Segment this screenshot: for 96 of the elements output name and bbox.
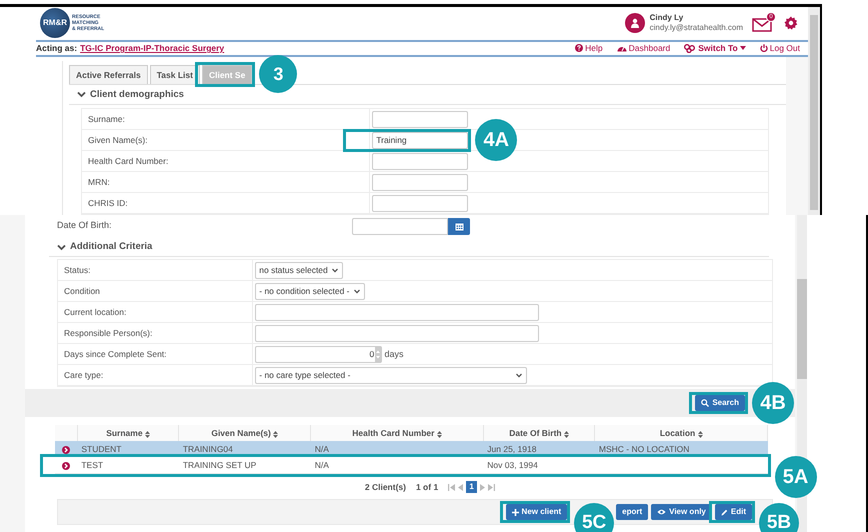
select-field[interactable]: - no condition selected - bbox=[255, 282, 364, 300]
search-button[interactable]: Search bbox=[695, 395, 745, 412]
page-button[interactable]: 1 bbox=[466, 481, 477, 494]
power-icon bbox=[760, 44, 768, 52]
chevron-down-icon[interactable] bbox=[77, 91, 86, 98]
input-field[interactable] bbox=[372, 194, 468, 212]
table-cell: MSHC - NO LOCATION bbox=[598, 444, 690, 454]
sort-icon[interactable] bbox=[273, 430, 278, 438]
highlight-frame bbox=[689, 392, 748, 414]
table-row[interactable]: TEST TRAINING SET UP N/A Nov 03, 1994 bbox=[55, 457, 768, 474]
action-button[interactable]: New client bbox=[506, 504, 568, 520]
scrollbar-thumb[interactable] bbox=[797, 279, 807, 379]
settings-icon[interactable] bbox=[784, 16, 798, 30]
help-icon bbox=[575, 44, 584, 52]
rings-icon bbox=[684, 44, 696, 53]
action-button[interactable]: eport bbox=[616, 504, 648, 520]
logo-emblem: RM&R bbox=[40, 8, 70, 38]
chevron-down-icon bbox=[352, 288, 360, 294]
table-cell: TEST bbox=[81, 460, 104, 470]
expand-icon[interactable] bbox=[62, 462, 70, 470]
table-cell: Jun 25, 1918 bbox=[487, 444, 536, 454]
tab[interactable]: Task List bbox=[150, 64, 200, 84]
date-field[interactable] bbox=[352, 218, 448, 234]
table-cell: N/A bbox=[314, 444, 329, 454]
field-label: Care type: bbox=[58, 365, 253, 386]
calendar-icon bbox=[454, 222, 464, 230]
field-label: Given Name(s): bbox=[82, 130, 370, 150]
input-field[interactable] bbox=[372, 110, 468, 128]
chevron-down-icon bbox=[330, 268, 339, 273]
pencil-icon bbox=[720, 508, 728, 516]
table-cell: N/A bbox=[314, 460, 329, 470]
tab[interactable]: Active Referrals bbox=[69, 64, 148, 84]
action-button[interactable]: View only bbox=[651, 504, 712, 520]
table-cell: TRAINING SET UP bbox=[182, 460, 256, 470]
result-count: 2 Client(s) bbox=[364, 480, 406, 494]
search-icon bbox=[701, 399, 710, 408]
select-field[interactable]: no status selected bbox=[255, 262, 343, 279]
caret-icon bbox=[740, 46, 746, 50]
sort-icon[interactable] bbox=[144, 430, 150, 438]
number-field[interactable]: 0 bbox=[255, 346, 382, 363]
input-field[interactable]: Training bbox=[372, 132, 468, 148]
highlight-frame bbox=[500, 501, 570, 524]
page-count: 1 of 1 bbox=[416, 480, 438, 494]
gauge-icon bbox=[616, 44, 627, 52]
plus-icon bbox=[512, 508, 519, 516]
input-field[interactable] bbox=[372, 152, 468, 170]
field-label: Status: bbox=[58, 260, 253, 280]
field-label: CHRIS ID: bbox=[82, 193, 370, 213]
field-label: MRN: bbox=[82, 172, 370, 192]
eye-icon bbox=[657, 509, 666, 516]
user-email: cindy.ly@stratahealth.com bbox=[650, 23, 743, 34]
column-header[interactable]: Given Name(s) bbox=[178, 425, 311, 442]
nav-link[interactable]: Log Out bbox=[760, 42, 800, 55]
nav-link[interactable]: Help bbox=[575, 42, 603, 55]
expand-icon[interactable] bbox=[62, 446, 70, 454]
chevron-down-icon[interactable] bbox=[57, 244, 66, 251]
field-label: Responsible Person(s): bbox=[58, 323, 253, 344]
sort-icon[interactable] bbox=[564, 430, 569, 438]
field-label: Surname: bbox=[82, 109, 370, 129]
select-field[interactable]: - no care type selected - bbox=[255, 366, 528, 384]
field-label: Health Card Number: bbox=[82, 151, 370, 171]
field-label: Condition bbox=[58, 281, 253, 302]
nav-link[interactable]: Switch To bbox=[684, 42, 746, 55]
table-cell: TRAINING04 bbox=[182, 444, 233, 454]
table-cell: Nov 03, 1994 bbox=[487, 460, 538, 470]
input-field[interactable] bbox=[372, 174, 468, 190]
field-label: Date Of Birth: bbox=[57, 219, 113, 232]
input-field[interactable] bbox=[255, 324, 540, 342]
program-link[interactable]: TG-IC Program-IP-Thoracic Surgery bbox=[80, 42, 224, 55]
nav-link[interactable]: Dashboard bbox=[616, 42, 670, 55]
column-header[interactable]: Location bbox=[594, 425, 768, 442]
step-marker: 4B bbox=[752, 382, 794, 424]
table-row[interactable]: STUDENT TRAINING04 N/A Jun 25, 1918 MSHC - NO LOCATION bbox=[55, 441, 768, 458]
mail-icon[interactable] bbox=[752, 18, 772, 32]
column-header[interactable]: Date Of Birth bbox=[483, 425, 595, 442]
input-field[interactable] bbox=[255, 304, 540, 321]
column-header[interactable]: Health Card Number bbox=[310, 425, 484, 442]
field-label: Current location: bbox=[58, 302, 253, 322]
calendar-button[interactable] bbox=[448, 218, 470, 234]
unit-label: days bbox=[384, 348, 404, 361]
scrollbar-thumb[interactable] bbox=[810, 15, 818, 210]
avatar-icon bbox=[624, 13, 645, 34]
user-name: Cindy Ly bbox=[650, 13, 684, 24]
section-title: Client demographics bbox=[90, 88, 184, 102]
table-cell: STUDENT bbox=[81, 444, 122, 454]
chevron-down-icon bbox=[515, 372, 524, 378]
acting-as-label: Acting as: bbox=[36, 42, 78, 55]
highlight-frame bbox=[194, 62, 256, 87]
step-marker: 5A bbox=[774, 456, 816, 498]
highlight-frame bbox=[708, 501, 755, 524]
action-button[interactable]: Edit bbox=[714, 504, 752, 520]
sort-icon[interactable] bbox=[436, 430, 442, 438]
section-title: Additional Criteria bbox=[70, 240, 152, 254]
sort-icon[interactable] bbox=[698, 430, 703, 438]
field-label: Days since Complete Sent: bbox=[58, 344, 253, 364]
column-header[interactable]: Surname bbox=[77, 425, 179, 442]
